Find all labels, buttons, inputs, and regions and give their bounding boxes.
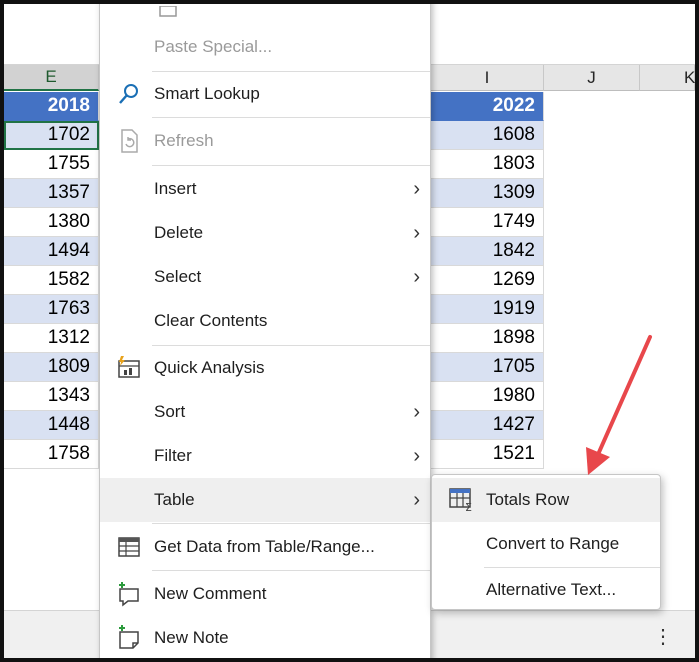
table-cell[interactable]: 1309 <box>431 179 544 208</box>
table-cell[interactable]: 1312 <box>4 324 99 353</box>
menu-label: New Note <box>154 628 229 647</box>
menu-item-clear-contents[interactable]: Clear Contents <box>100 299 430 343</box>
menu-label: Get Data from Table/Range... <box>154 537 375 556</box>
menu-separator <box>152 570 430 571</box>
menu-item-smart-lookup[interactable]: Smart Lookup <box>100 72 430 116</box>
menu-item-sort[interactable]: Sort › <box>100 390 430 434</box>
menu-label: Select <box>154 267 202 286</box>
chevron-right-icon: › <box>413 221 420 244</box>
table-cell[interactable]: 1980 <box>431 382 544 411</box>
more-vertical-icon[interactable]: ⋮ <box>653 624 673 649</box>
table-cell[interactable]: 1357 <box>4 179 99 208</box>
menu-label: Quick Analysis <box>154 358 265 377</box>
menu-label: New Comment <box>154 584 267 603</box>
menu-label: Refresh <box>154 131 214 150</box>
table-cell[interactable]: 1269 <box>431 266 544 295</box>
menu-item-filter[interactable]: Filter › <box>100 434 430 478</box>
chevron-right-icon: › <box>413 177 420 200</box>
column-header-e[interactable]: E <box>4 65 99 91</box>
menu-item-get-data[interactable]: Get Data from Table/Range... <box>100 525 430 569</box>
chevron-right-icon: › <box>413 488 420 511</box>
excel-window: E I J K 2018 1702 1755 1357 1380 1494 1582 1763… <box>4 4 695 658</box>
table-cell[interactable]: 1803 <box>431 150 544 179</box>
table-cell[interactable]: 1898 <box>431 324 544 353</box>
table-cell[interactable]: 1582 <box>4 266 99 295</box>
menu-separator <box>152 165 430 166</box>
table-cell[interactable]: 1758 <box>4 440 99 469</box>
chevron-right-icon: › <box>413 444 420 467</box>
menu-item-refresh[interactable]: Refresh <box>100 119 430 163</box>
menu-label: Clear Contents <box>154 311 268 330</box>
col_i-header-cell[interactable]: 2022 <box>431 92 544 121</box>
menu-item-table[interactable]: Table › <box>100 478 430 522</box>
table-cell[interactable]: 1749 <box>431 208 544 237</box>
table-cell[interactable]: 1809 <box>4 353 99 382</box>
chevron-right-icon: › <box>413 265 420 288</box>
table-submenu: Σ Totals Row Convert to Range Alternativ… <box>431 474 661 610</box>
table-cell[interactable]: 1705 <box>431 353 544 382</box>
table-cell[interactable]: 1842 <box>431 237 544 266</box>
refresh-icon <box>116 128 142 154</box>
paste-icon <box>156 4 182 25</box>
table-cell[interactable]: 1448 <box>4 411 99 440</box>
menu-label: Sort <box>154 402 186 421</box>
table-cell[interactable]: 1702 <box>4 121 99 150</box>
column-e-cells: 2018 1702 1755 1357 1380 1494 1582 1763 1312 1809… <box>4 92 99 469</box>
table-cell[interactable]: 1608 <box>431 121 544 150</box>
column-header-i[interactable]: I <box>431 65 544 91</box>
menu-item-paste-special[interactable]: Paste Special... <box>100 25 430 69</box>
submenu-label: Convert to Range <box>486 534 620 553</box>
menu-item-insert[interactable]: Insert › <box>100 167 430 211</box>
context-menu: Paste Special... Smart Lookup Refresh In… <box>99 4 431 658</box>
table-cell[interactable]: 1919 <box>431 295 544 324</box>
menu-item-quick-analysis[interactable]: Quick Analysis <box>100 346 430 390</box>
menu-label: Insert <box>154 179 197 198</box>
column-header-k[interactable]: K <box>640 65 695 91</box>
menu-item-new-note[interactable]: New Note <box>100 616 430 658</box>
menu-label: Table <box>154 490 195 509</box>
table-cell[interactable]: 1427 <box>431 411 544 440</box>
menu-item-select[interactable]: Select › <box>100 255 430 299</box>
chevron-right-icon: › <box>413 400 420 423</box>
note-icon <box>116 625 142 651</box>
table-cell[interactable]: 1755 <box>4 150 99 179</box>
red-arrow-annotation <box>586 335 652 475</box>
quick-analysis-icon <box>116 355 142 381</box>
submenu-item-convert-to-range[interactable]: Convert to Range <box>432 522 660 566</box>
table-cell[interactable]: 1343 <box>4 382 99 411</box>
menu-item-delete[interactable]: Delete › <box>100 211 430 255</box>
submenu-label: Alternative Text... <box>486 580 617 599</box>
column-header-j[interactable]: J <box>544 65 640 91</box>
menu-separator <box>152 523 430 524</box>
submenu-item-totals-row[interactable]: Σ Totals Row <box>432 478 660 522</box>
menu-label: Paste Special... <box>154 37 273 56</box>
submenu-item-alternative-text[interactable]: Alternative Text... <box>432 568 660 612</box>
totals-row-icon: Σ <box>449 488 475 517</box>
menu-item-new-comment[interactable]: New Comment <box>100 572 430 616</box>
menu-separator <box>152 117 430 118</box>
menu-label: Filter <box>154 446 192 465</box>
column-i-cells: 2022 1608 1803 1309 1749 1842 1269 1919 1898 1705… <box>431 92 544 469</box>
svg-text:Σ: Σ <box>465 501 472 512</box>
table-cell[interactable]: 1494 <box>4 237 99 266</box>
col_e-header-cell[interactable]: 2018 <box>4 92 99 121</box>
table-cell[interactable]: 1521 <box>431 440 544 469</box>
menu-label: Delete <box>154 223 204 242</box>
table-cell[interactable]: 1380 <box>4 208 99 237</box>
magnifier-icon <box>116 81 142 107</box>
table-data-icon <box>116 534 142 560</box>
menu-label: Smart Lookup <box>154 84 260 103</box>
table-cell[interactable]: 1763 <box>4 295 99 324</box>
submenu-label: Totals Row <box>486 490 570 509</box>
comment-icon <box>116 581 142 607</box>
